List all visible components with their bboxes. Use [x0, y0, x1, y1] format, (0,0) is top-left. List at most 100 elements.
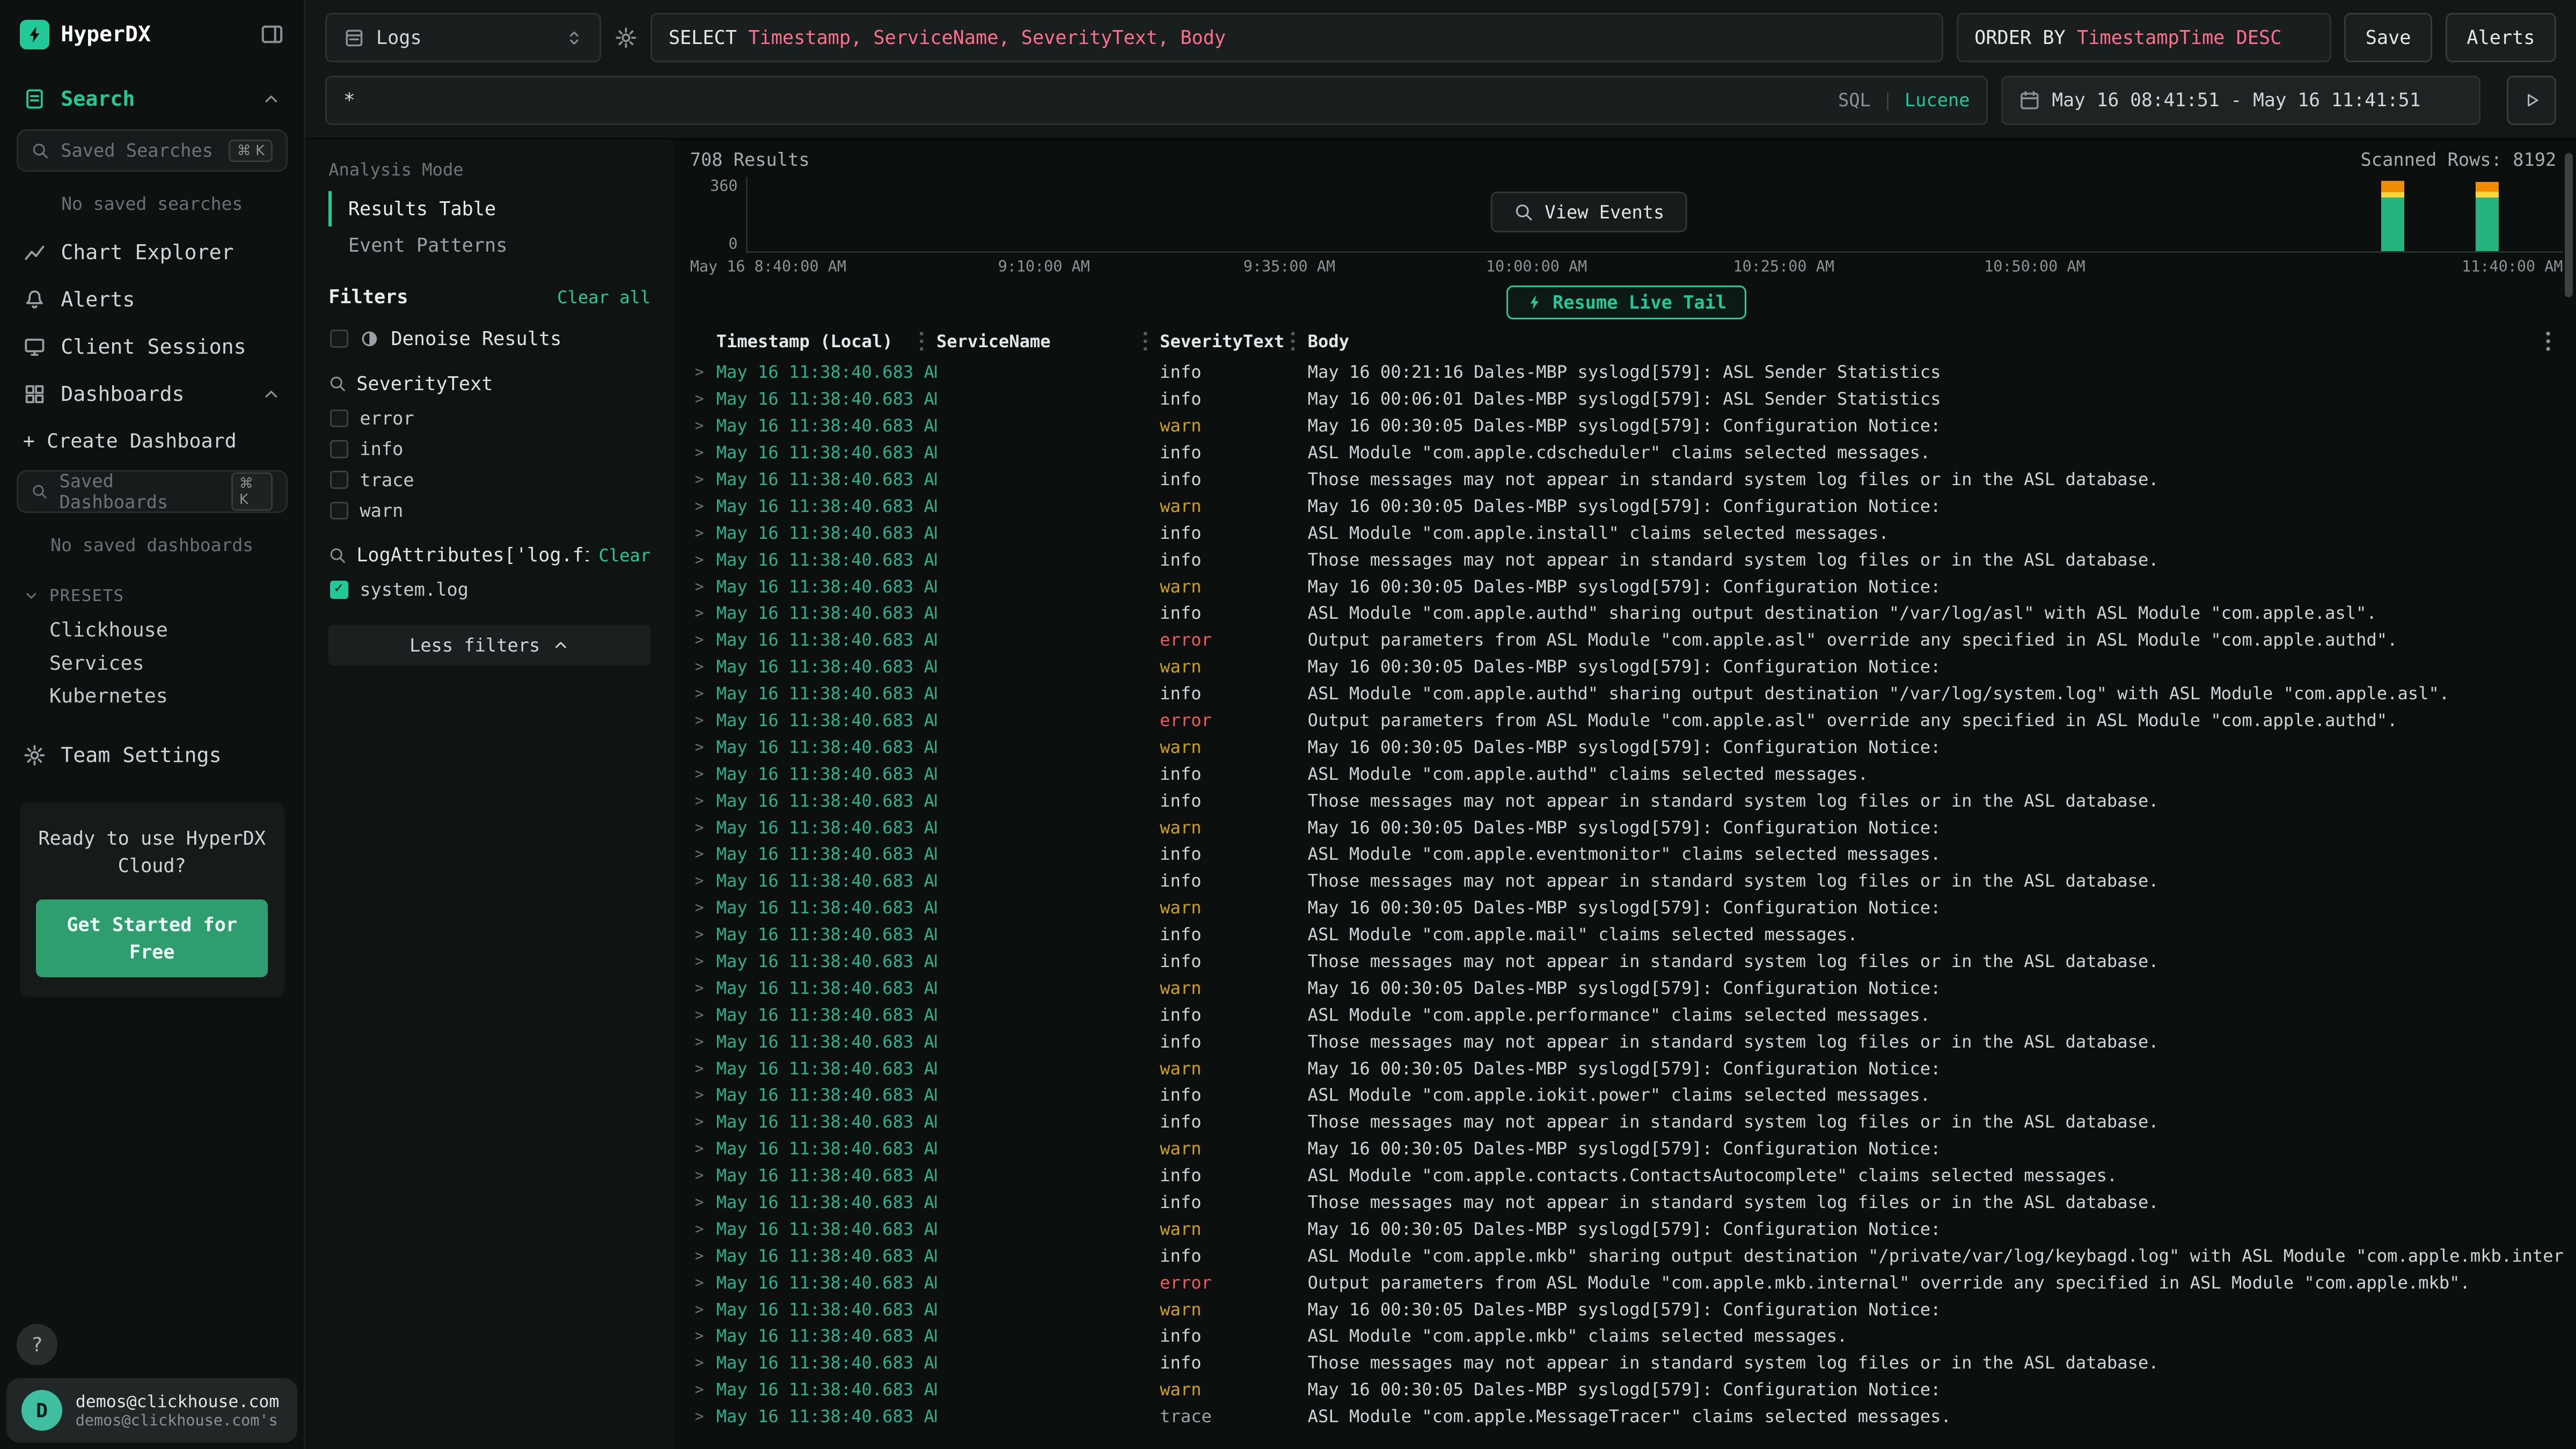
row-expand-chevron[interactable]: > [690, 658, 716, 675]
row-expand-chevron[interactable]: > [690, 845, 716, 862]
table-row[interactable]: > May 16 11:38:40.683 AM trace ASL Modul… [690, 1403, 2563, 1430]
preset-kubernetes[interactable]: Kubernetes [0, 679, 304, 712]
table-row[interactable]: > May 16 11:38:40.683 AM info Those mess… [690, 1349, 2563, 1376]
mode-event-patterns[interactable]: Event Patterns [328, 228, 650, 263]
create-dashboard-button[interactable]: + Create Dashboard [0, 418, 304, 464]
resume-live-tail-button[interactable]: Resume Live Tail [1506, 286, 1746, 319]
table-row[interactable]: > May 16 11:38:40.683 AM info ASL Module… [690, 1323, 2563, 1350]
table-row[interactable]: > May 16 11:38:40.683 AM warn May 16 00:… [690, 412, 2563, 439]
row-expand-chevron[interactable]: > [690, 551, 716, 568]
denoise-checkbox[interactable] [330, 330, 348, 348]
column-header-body[interactable]: Body [1308, 331, 2563, 352]
table-row[interactable]: > May 16 11:38:40.683 AM info ASL Module… [690, 921, 2563, 948]
row-expand-chevron[interactable]: > [690, 1194, 716, 1211]
column-grip-icon[interactable] [1290, 331, 1296, 352]
preset-services[interactable]: Services [0, 646, 304, 679]
source-select[interactable]: Logs [325, 13, 601, 62]
language-lucene-option[interactable]: Lucene [1905, 90, 1970, 111]
checkbox-trace[interactable] [330, 471, 348, 489]
facet-option-trace[interactable]: trace [328, 465, 650, 495]
row-expand-chevron[interactable]: > [690, 363, 716, 380]
checkbox-error[interactable] [330, 409, 348, 428]
saved-dashboards-input[interactable]: Saved Dashboards ⌘ K [17, 470, 288, 513]
clear-all-filters-link[interactable]: Clear all [557, 287, 650, 308]
table-row[interactable]: > May 16 11:38:40.683 AM warn May 16 00:… [690, 1376, 2563, 1403]
sidebar-item-team-settings[interactable]: Team Settings [0, 732, 304, 779]
table-row[interactable]: > May 16 11:38:40.683 AM error Output pa… [690, 1269, 2563, 1296]
table-row[interactable]: > May 16 11:38:40.683 AM warn May 16 00:… [690, 573, 2563, 600]
row-expand-chevron[interactable]: > [690, 471, 716, 488]
table-row[interactable]: > May 16 11:38:40.683 AM info May 16 00:… [690, 358, 2563, 385]
view-events-button[interactable]: View Events [1490, 192, 1687, 232]
row-expand-chevron[interactable]: > [690, 1220, 716, 1238]
row-expand-chevron[interactable]: > [690, 765, 716, 782]
table-row[interactable]: > May 16 11:38:40.683 AM warn May 16 00:… [690, 894, 2563, 921]
order-by-input[interactable]: ORDER BY TimestampTime DESC [1957, 13, 2331, 62]
row-expand-chevron[interactable]: > [690, 792, 716, 809]
sql-select-input[interactable]: SELECT Timestamp, ServiceName, SeverityT… [650, 13, 1943, 62]
facet-clear-link[interactable]: Clear [599, 545, 651, 566]
table-row[interactable]: > May 16 11:38:40.683 AM info May 16 00:… [690, 385, 2563, 412]
table-row[interactable]: > May 16 11:38:40.683 AM warn May 16 00:… [690, 1296, 2563, 1323]
alerts-button[interactable]: Alerts [2446, 13, 2557, 62]
table-row[interactable]: > May 16 11:38:40.683 AM info Those mess… [690, 867, 2563, 894]
row-expand-chevron[interactable]: > [690, 712, 716, 729]
hyperdx-logo[interactable]: HyperDX [20, 20, 151, 49]
row-expand-chevron[interactable]: > [690, 631, 716, 648]
user-menu[interactable]: D demos@clickhouse.com demos@clickhouse.… [6, 1378, 297, 1442]
table-row[interactable]: > May 16 11:38:40.683 AM error Output pa… [690, 626, 2563, 653]
row-expand-chevron[interactable]: > [690, 497, 716, 515]
table-row[interactable]: > May 16 11:38:40.683 AM info ASL Module… [690, 1082, 2563, 1109]
sidebar-item-client-sessions[interactable]: Client Sessions [0, 323, 304, 370]
column-grip-icon[interactable] [1142, 331, 1148, 352]
row-expand-chevron[interactable]: > [690, 953, 716, 970]
row-expand-chevron[interactable]: > [690, 444, 716, 461]
table-row[interactable]: > May 16 11:38:40.683 AM warn May 16 00:… [690, 493, 2563, 519]
table-row[interactable]: > May 16 11:38:40.683 AM info Those mess… [690, 1189, 2563, 1216]
column-header-severitytext[interactable]: SeverityText [1160, 331, 1308, 352]
saved-searches-input[interactable]: Saved Searches ⌘ K [17, 129, 288, 172]
table-row[interactable]: > May 16 11:38:40.683 AM info Those mess… [690, 1028, 2563, 1055]
row-expand-chevron[interactable]: > [690, 1113, 716, 1130]
denoise-results-option[interactable]: Denoise Results [328, 323, 650, 355]
checkbox-warn[interactable] [330, 502, 348, 520]
get-started-button[interactable]: Get Started for Free [36, 899, 268, 977]
sidebar-item-search[interactable]: Search [0, 76, 304, 123]
table-row[interactable]: > May 16 11:38:40.683 AM info ASL Module… [690, 1001, 2563, 1028]
sidebar-collapse-icon[interactable] [260, 22, 284, 47]
row-expand-chevron[interactable]: > [690, 417, 716, 434]
table-row[interactable]: > May 16 11:38:40.683 AM info Those mess… [690, 948, 2563, 975]
row-expand-chevron[interactable]: > [690, 578, 716, 595]
presets-toggle[interactable]: PRESETS [0, 570, 304, 613]
table-row[interactable]: > May 16 11:38:40.683 AM info ASL Module… [690, 600, 2563, 627]
table-row[interactable]: > May 16 11:38:40.683 AM info Those mess… [690, 787, 2563, 814]
facet-option-error[interactable]: error [328, 403, 650, 434]
row-expand-chevron[interactable]: > [690, 926, 716, 943]
mode-results-table[interactable]: Results Table [328, 191, 650, 226]
column-grip-icon[interactable] [918, 331, 925, 352]
table-row[interactable]: > May 16 11:38:40.683 AM info ASL Module… [690, 680, 2563, 707]
row-expand-chevron[interactable]: > [690, 1381, 716, 1398]
row-expand-chevron[interactable]: > [690, 1086, 716, 1103]
row-expand-chevron[interactable]: > [690, 1274, 716, 1291]
table-row[interactable]: > May 16 11:38:40.683 AM error Output pa… [690, 707, 2563, 734]
table-row[interactable]: > May 16 11:38:40.683 AM info Those mess… [690, 1108, 2563, 1135]
row-expand-chevron[interactable]: > [690, 1327, 716, 1344]
row-expand-chevron[interactable]: > [690, 1354, 716, 1371]
row-expand-chevron[interactable]: > [690, 1408, 716, 1425]
table-row[interactable]: > May 16 11:38:40.683 AM warn May 16 00:… [690, 653, 2563, 680]
column-header-timestamp[interactable]: Timestamp (Local) [716, 331, 936, 352]
row-expand-chevron[interactable]: > [690, 1247, 716, 1264]
table-row[interactable]: > May 16 11:38:40.683 AM warn May 16 00:… [690, 1135, 2563, 1162]
table-row[interactable]: > May 16 11:38:40.683 AM warn May 16 00:… [690, 1055, 2563, 1082]
row-expand-chevron[interactable]: > [690, 604, 716, 621]
row-expand-chevron[interactable]: > [690, 738, 716, 756]
table-row[interactable]: > May 16 11:38:40.683 AM warn May 16 00:… [690, 734, 2563, 760]
facet-option-info[interactable]: info [328, 434, 650, 464]
facet-option-warn[interactable]: warn [328, 495, 650, 526]
row-expand-chevron[interactable]: > [690, 524, 716, 541]
help-button[interactable]: ? [17, 1324, 58, 1365]
table-menu-kebab-icon[interactable] [2545, 331, 2551, 352]
row-expand-chevron[interactable]: > [690, 1060, 716, 1077]
row-expand-chevron[interactable]: > [690, 1301, 716, 1318]
